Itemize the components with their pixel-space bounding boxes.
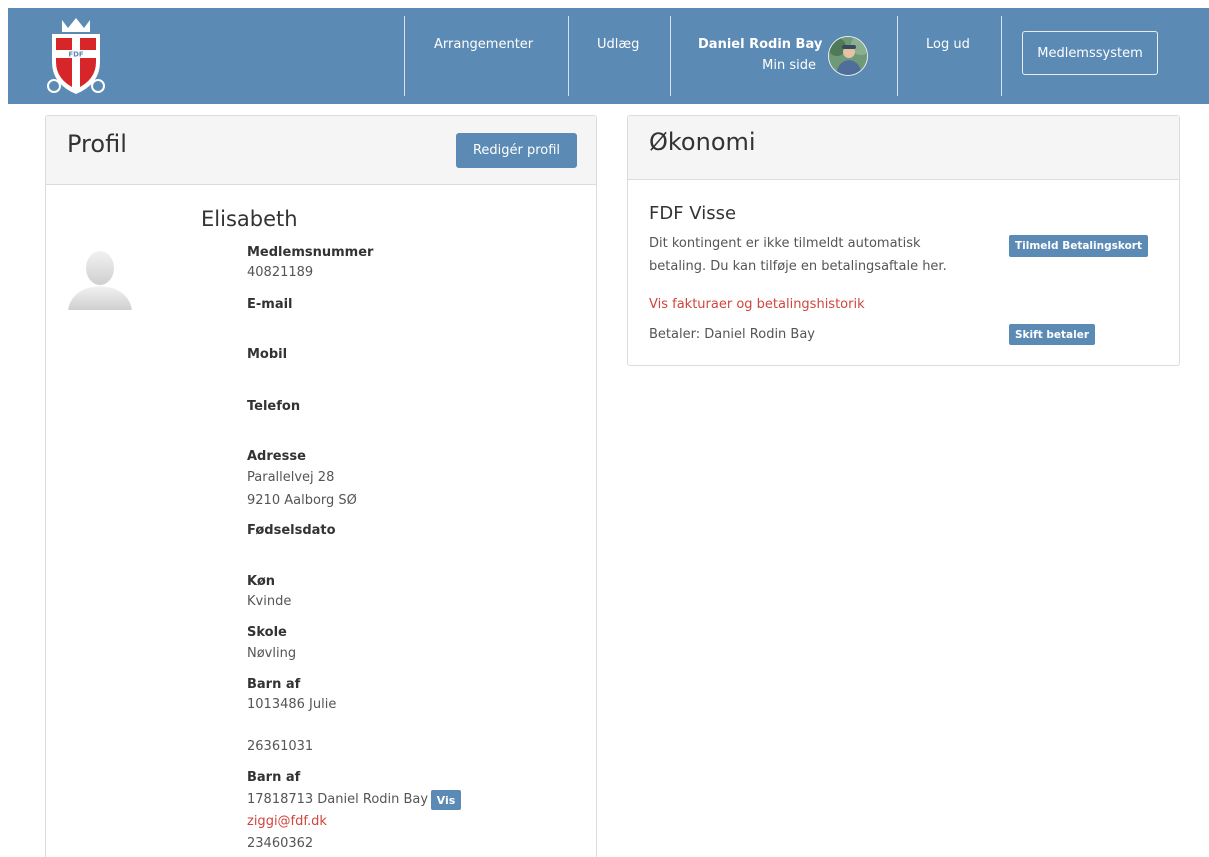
economy-title: Økonomi — [649, 128, 756, 156]
member-system-button[interactable]: Medlemssystem — [1022, 31, 1158, 75]
economy-panel-header: Økonomi — [628, 116, 1179, 180]
parent2-phone: 23460362 — [247, 836, 314, 851]
payment-desc-line1: Dit kontingent er ikke tilmeldt automati… — [649, 236, 921, 251]
nav-divider — [670, 16, 671, 96]
school-label: Skole — [247, 625, 287, 640]
fdf-logo[interactable]: FDF — [44, 14, 108, 98]
address-line1: Parallelvej 28 — [247, 470, 335, 485]
org-name: FDF Visse — [649, 203, 737, 224]
profile-panel-header: Profil Redigér profil — [46, 116, 596, 185]
payment-desc-line2: betaling. Du kan tilføje en betalingsaft… — [649, 259, 947, 274]
show-parent2-button[interactable]: Vis — [431, 790, 461, 810]
gender-label: Køn — [247, 574, 276, 589]
mobile-label: Mobil — [247, 347, 288, 362]
profile-panel: Profil Redigér profil Elisabeth Medlemsn… — [45, 115, 597, 857]
profile-title: Profil — [67, 130, 127, 158]
nav-logout-link[interactable]: Log ud — [926, 37, 970, 52]
economy-panel: Økonomi FDF Visse Dit kontingent er ikke… — [627, 115, 1180, 366]
nav-divider — [1001, 16, 1002, 96]
nav-divider — [897, 16, 898, 96]
parent2-email-link[interactable]: ziggi@fdf.dk — [247, 814, 327, 829]
child-of-label-1: Barn af — [247, 677, 301, 692]
parent1-phone: 26361031 — [247, 739, 314, 754]
invoices-history-link[interactable]: Vis fakturaer og betalingshistorik — [649, 297, 865, 312]
nav-expenses-link[interactable]: Udlæg — [597, 37, 639, 52]
member-number-label: Medlemsnummer — [247, 245, 374, 260]
email-label: E-mail — [247, 297, 293, 312]
nav-user-name[interactable]: Daniel Rodin Bay — [698, 37, 822, 52]
user-avatar[interactable] — [828, 36, 868, 76]
school-value: Nøvling — [247, 646, 297, 661]
parent2-value: 17818713 Daniel Rodin Bay — [247, 792, 429, 807]
member-number-value: 40821189 — [247, 265, 314, 280]
person-silhouette-icon — [68, 251, 132, 310]
nav-divider — [404, 16, 405, 96]
address-label: Adresse — [247, 449, 306, 464]
nav-events-link[interactable]: Arrangementer — [434, 37, 533, 52]
svg-text:FDF: FDF — [68, 51, 84, 59]
payer-text: Betaler: Daniel Rodin Bay — [649, 327, 816, 342]
fdf-shield-icon: FDF — [47, 18, 105, 94]
nav-divider — [568, 16, 569, 96]
phone-label: Telefon — [247, 399, 301, 414]
member-name: Elisabeth — [201, 207, 298, 231]
parent1-value: 1013486 Julie — [247, 697, 337, 712]
nav-my-page-link[interactable]: Min side — [698, 58, 816, 73]
birthdate-label: Fødselsdato — [247, 523, 336, 538]
address-line2: 9210 Aalborg SØ — [247, 493, 357, 508]
edit-profile-button[interactable]: Redigér profil — [456, 133, 577, 168]
signup-payment-card-button[interactable]: Tilmeld Betalingskort — [1009, 235, 1148, 257]
gender-value: Kvinde — [247, 594, 292, 609]
top-navbar: FDF Arrangementer Udlæg Daniel Rodin Bay… — [8, 8, 1209, 104]
change-payer-button[interactable]: Skift betaler — [1009, 324, 1095, 345]
profile-avatar-placeholder — [68, 248, 132, 310]
child-of-label-2: Barn af — [247, 770, 301, 785]
user-photo-icon — [829, 37, 867, 75]
